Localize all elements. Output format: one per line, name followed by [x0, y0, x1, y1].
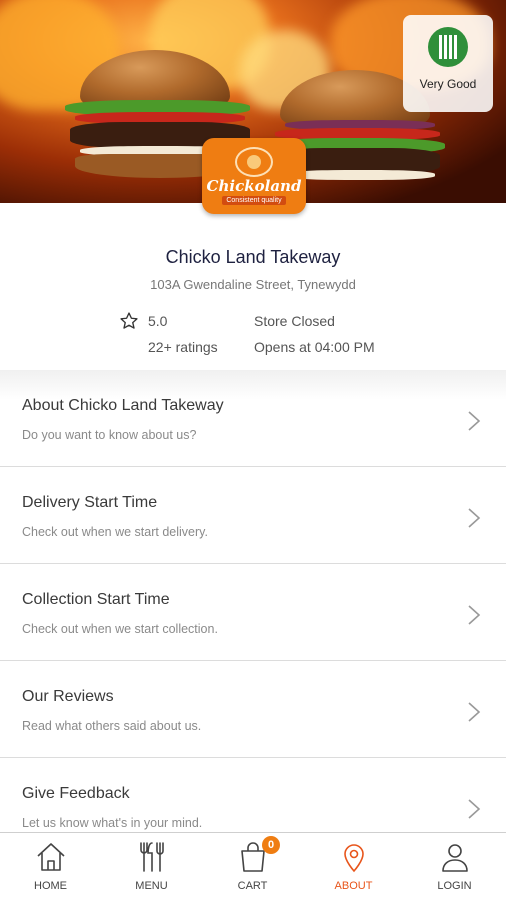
list-item-title: Collection Start Time: [22, 591, 170, 608]
nav-menu-label: MENU: [135, 880, 168, 892]
nav-about[interactable]: ABOUT: [303, 833, 404, 900]
store-address: 103A Gwendaline Street, Tynewydd: [150, 277, 356, 292]
opening-time: Opens at 04:00 PM: [254, 339, 375, 355]
list-item-subtitle: Let us know what's in your mind.: [22, 816, 203, 830]
location-pin-icon: [344, 844, 364, 873]
chevron-right-icon: [468, 605, 481, 625]
list-item-delivery-time[interactable]: Delivery Start Time Check out when we st…: [0, 467, 506, 564]
list-item-subtitle: Do you want to know about us?: [22, 428, 197, 442]
list-item-feedback[interactable]: Give Feedback Let us know what's in your…: [0, 758, 506, 832]
user-icon: [442, 844, 468, 872]
nav-cart-label: CART: [237, 880, 268, 892]
about-menu-list: About Chicko Land Takeway Do you want to…: [0, 370, 506, 832]
nav-login-label: LOGIN: [437, 880, 472, 892]
nav-cart[interactable]: CART: [202, 833, 303, 900]
chevron-right-icon: [468, 799, 481, 819]
store-rating: 5.0: [148, 313, 168, 329]
hygiene-rating-label: Very Good: [419, 77, 477, 91]
list-item-subtitle: Read what others said about us.: [22, 719, 202, 733]
bottom-navigation: HOME MENU CART ABOUT LOGIN: [0, 832, 506, 900]
star-icon: [120, 312, 138, 329]
pizza-emblem-icon: [235, 147, 273, 177]
logo-tagline: Consistent quality: [222, 196, 286, 205]
list-item-title: Give Feedback: [22, 785, 130, 802]
chevron-right-icon: [468, 702, 481, 722]
nav-menu[interactable]: MENU: [101, 833, 202, 900]
store-logo: Chickoland Consistent quality: [202, 138, 306, 214]
list-item-collection-time[interactable]: Collection Start Time Check out when we …: [0, 564, 506, 661]
nav-home-label: HOME: [34, 880, 67, 892]
chevron-right-icon: [468, 411, 481, 431]
hygiene-rating-badge[interactable]: Very Good: [403, 15, 493, 112]
cutlery-icon: [140, 842, 164, 872]
chevron-right-icon: [468, 508, 481, 528]
cart-count-badge: 0: [262, 836, 280, 854]
store-name: Chicko Land Takeway: [165, 247, 341, 267]
list-item-subtitle: Check out when we start delivery.: [22, 525, 208, 539]
nav-home[interactable]: HOME: [0, 833, 101, 900]
logo-name: Chickoland: [206, 177, 302, 195]
list-item-reviews[interactable]: Our Reviews Read what others said about …: [0, 661, 506, 758]
store-status: Store Closed: [254, 313, 335, 329]
list-top-shadow: [0, 370, 506, 400]
nav-about-label: ABOUT: [334, 880, 373, 892]
list-item-subtitle: Check out when we start collection.: [22, 622, 218, 636]
list-item-title: Our Reviews: [22, 688, 114, 705]
list-item-title: Delivery Start Time: [22, 494, 158, 511]
ratings-count: 22+ ratings: [148, 339, 218, 355]
food-hygiene-icon: [428, 27, 468, 67]
nav-login[interactable]: LOGIN: [404, 833, 505, 900]
home-icon: [37, 843, 65, 871]
